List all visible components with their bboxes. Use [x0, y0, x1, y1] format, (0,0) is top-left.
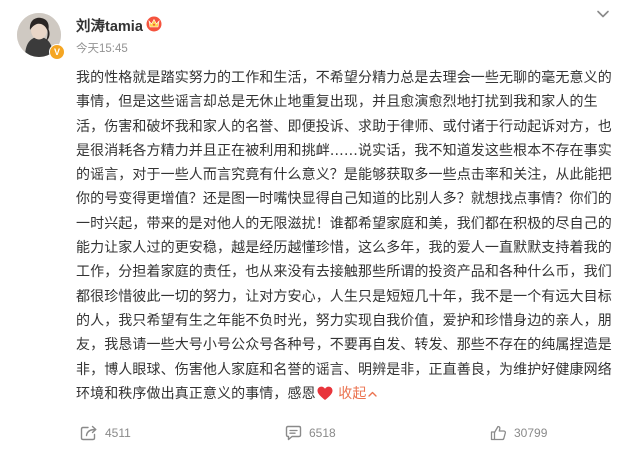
- action-bar: 4511 6518 30799: [0, 416, 617, 449]
- share-icon: [80, 425, 97, 441]
- post-line: 我的性格就是踏实努力的工作和生活，不希望分精力总是去理会一些无聊的毫无意义的: [76, 70, 612, 86]
- post-line: 非，博人眼球、伤害他人家庭和名誉的谣言、明辨是非，正直善良，为维护好健康网络: [76, 361, 612, 378]
- post-line: 的谣言，对于一些人而言究竟有什么意义？是能够获取多一些点击率和关注，从此能把: [76, 167, 612, 184]
- collapse-label: 收起: [338, 385, 367, 402]
- post-line: 事情，但是这些谣言却总是无休止地重复出现，并且愈演愈烈地打扰到我和家人的生: [76, 94, 598, 111]
- post-line: 活，伤害和破坏我和家人的名誉、即便投诉、求助于律师、或付诸于行动起诉对方，也: [76, 118, 612, 135]
- verified-badge: V: [49, 44, 65, 60]
- post-last-text: 环境和秩序做出真正意义的事情，感恩: [76, 385, 316, 402]
- post-line: 能力让家人过的更安稳，越是经历越懂珍惜，这么多年，我的爱人一直默默支持着我的: [76, 240, 612, 257]
- post-line: 友，我恳请一些大号小号公众号各种号，不要再自发、转发、那些不存在的纯属捏造是: [76, 337, 612, 354]
- post-line: 你的号变得更增值？还是图一时嘴快显得自己知道的比别人多？就想找点事情？你们的: [76, 191, 612, 208]
- thumbs-up-icon: [490, 425, 507, 441]
- post-timestamp[interactable]: 今天15:45: [76, 40, 128, 56]
- post-text: 我的性格就是踏实努力的工作和生活，不希望分精力总是去理会一些无聊的毫无意义的 事…: [76, 66, 612, 406]
- like-button[interactable]: 30799: [490, 425, 547, 441]
- chevron-up-icon: [368, 391, 378, 397]
- crown-badge-icon[interactable]: [145, 14, 163, 32]
- comment-count: 6518: [309, 426, 336, 440]
- username[interactable]: 刘涛tamia: [76, 15, 143, 36]
- heart-icon: [317, 386, 333, 400]
- comment-icon: [285, 425, 302, 441]
- share-count: 4511: [105, 426, 131, 440]
- like-count: 30799: [514, 426, 548, 440]
- post-line-last: 环境和秩序做出真正意义的事情，感恩 收起: [76, 382, 610, 406]
- post-line: 是很消耗各方精力并且正在被利用和挑衅……说实话，我不知道发这些根本不存在事实: [76, 142, 612, 159]
- post-line: 工作，分担着家庭的责任，也从来没有去接触那些所谓的投资产品和各种什么币，我们: [76, 264, 612, 281]
- comment-button[interactable]: 6518: [285, 425, 336, 441]
- post-line: 都很珍惜彼此一切的努力，让对方安心，人生只是短短几十年，我不是一个有远大目标: [76, 288, 612, 305]
- post-line: 的人，我只希望有生之年能不负时光，努力实现自我价值，爱护和珍惜身边的亲人，朋: [76, 312, 612, 329]
- collapse-link[interactable]: 收起: [338, 385, 378, 402]
- chevron-down-icon[interactable]: [595, 6, 611, 22]
- post-line: 一时兴起，带来的是对他人的无限滋扰！谁都希望家庭和美，我们都在积极的尽自己的: [76, 215, 612, 232]
- share-button[interactable]: 4511: [80, 425, 131, 441]
